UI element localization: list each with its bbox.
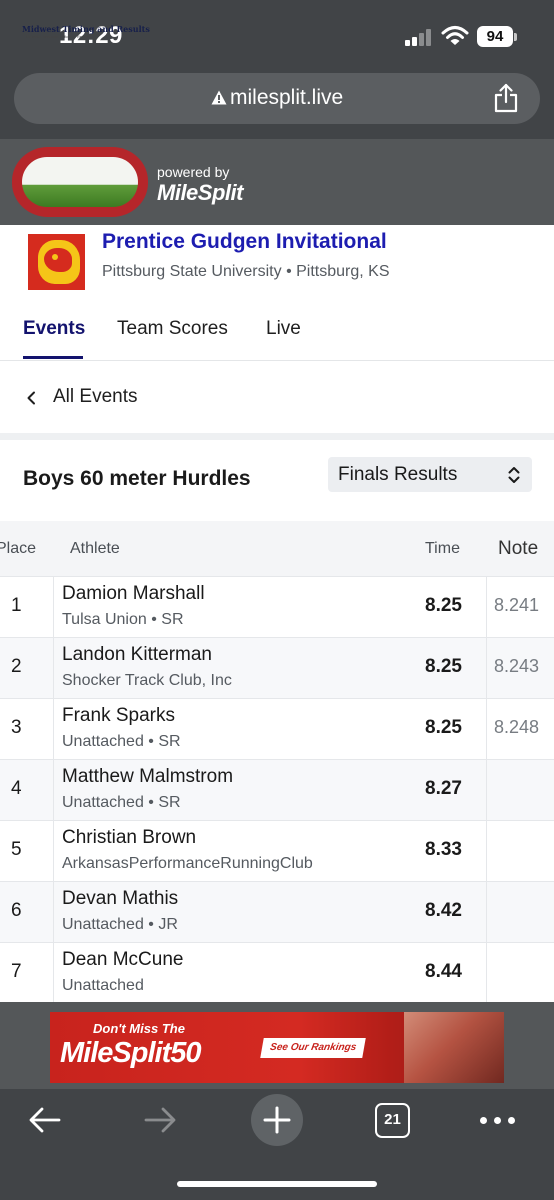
column-divider	[53, 576, 54, 1002]
row-athlete-team: Tulsa Union • SR	[62, 611, 184, 628]
home-indicator	[177, 1181, 377, 1187]
row-time: 8.25	[425, 717, 462, 738]
row-athlete-team: Unattached	[62, 977, 144, 994]
column-divider	[486, 576, 487, 1002]
select-arrows-icon	[508, 467, 520, 483]
row-note: 8.243	[494, 656, 540, 676]
row-time: 8.25	[425, 595, 462, 616]
share-icon[interactable]	[494, 83, 518, 113]
wifi-icon	[441, 26, 469, 45]
header-place: Place	[0, 540, 37, 557]
row-place: 3	[11, 717, 22, 738]
row-athlete-team: Unattached • SR	[62, 733, 181, 750]
header-time: Time	[425, 540, 460, 557]
tab-team-scores[interactable]: Team Scores	[117, 318, 228, 340]
row-time: 8.42	[425, 900, 462, 921]
row-athlete-name[interactable]: Dean McCune	[62, 949, 183, 971]
powered-by-label: powered by	[157, 164, 230, 180]
row-time: 8.33	[425, 839, 462, 860]
row-place: 6	[11, 900, 22, 921]
row-athlete-name[interactable]: Landon Kitterman	[62, 644, 212, 666]
results-view-value[interactable]: Finals Results	[338, 464, 457, 486]
timing-logo-text: Midwest Timing and Results	[22, 24, 150, 34]
row-place: 1	[11, 595, 22, 616]
school-logo	[28, 234, 85, 290]
warning-icon	[211, 90, 227, 105]
ad-cta-button[interactable]: See Our Rankings	[260, 1038, 366, 1058]
row-athlete-team: Unattached • JR	[62, 916, 178, 933]
row-place: 4	[11, 778, 22, 799]
tab-live[interactable]: Live	[266, 318, 301, 340]
row-athlete-team: Shocker Track Club, Inc	[62, 672, 232, 689]
meet-location: Pittsburg State University • Pittsburg, …	[102, 263, 390, 280]
row-time: 8.44	[425, 961, 462, 982]
more-icon[interactable]	[480, 1116, 516, 1126]
forward-arrow-icon[interactable]	[143, 1104, 177, 1136]
timing-logo-tagline: Reliable. Accurate. Efficient. Results.	[26, 34, 92, 39]
row-place: 5	[11, 839, 22, 860]
milesplit-logo[interactable]: MileSplit	[157, 180, 243, 206]
url-text[interactable]: milesplit.live	[230, 86, 343, 110]
section-separator	[0, 433, 554, 440]
new-tab-button[interactable]	[251, 1094, 303, 1146]
row-athlete-team: Unattached • SR	[62, 794, 181, 811]
row-time: 8.25	[425, 656, 462, 677]
row-athlete-name[interactable]: Frank Sparks	[62, 705, 175, 727]
row-athlete-name[interactable]: Christian Brown	[62, 827, 196, 849]
row-athlete-team: ArkansasPerformanceRunningClub	[62, 855, 313, 872]
row-note: 8.241	[494, 595, 540, 615]
active-tab-indicator	[23, 356, 83, 359]
row-note: 8.248	[494, 717, 540, 737]
tab-events[interactable]: Events	[23, 318, 85, 340]
meet-title[interactable]: Prentice Gudgen Invitational	[102, 230, 387, 254]
battery-indicator: 94	[477, 26, 513, 47]
row-place: 2	[11, 656, 22, 677]
header-athlete: Athlete	[70, 540, 120, 557]
timing-company-logo[interactable]	[12, 147, 148, 217]
battery-nub	[514, 33, 517, 41]
row-athlete-name[interactable]: Devan Mathis	[62, 888, 178, 910]
row-time: 8.27	[425, 778, 462, 799]
chevron-left-icon[interactable]	[26, 391, 36, 405]
event-title: Boys 60 meter Hurdles	[23, 467, 251, 490]
ad-headline[interactable]: Don't Miss The	[93, 1021, 185, 1036]
back-arrow-icon[interactable]	[28, 1104, 62, 1136]
row-athlete-name[interactable]: Matthew Malmstrom	[62, 766, 233, 788]
row-athlete-name[interactable]: Damion Marshall	[62, 583, 205, 605]
ad-runner-photo	[404, 1012, 504, 1083]
row-place: 7	[11, 961, 22, 982]
all-events-label[interactable]: All Events	[53, 386, 137, 408]
header-note: Note	[498, 538, 539, 559]
ad-brand[interactable]: MileSplit50	[60, 1037, 201, 1070]
plus-icon	[263, 1106, 291, 1134]
cellular-signal-icon	[405, 29, 433, 46]
tabs-icon[interactable]: 21	[375, 1103, 410, 1138]
